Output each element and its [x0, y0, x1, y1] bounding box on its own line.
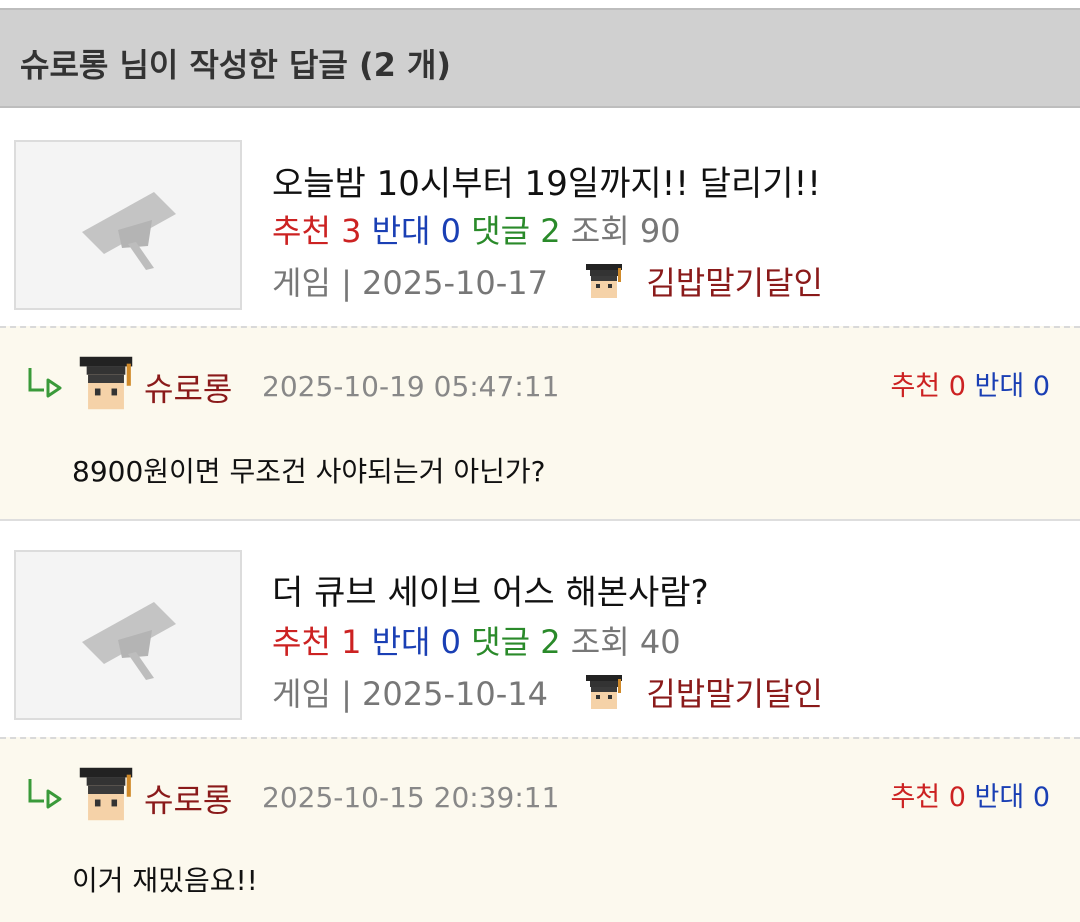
- view-count: 90: [639, 212, 681, 250]
- comment-count: 2: [540, 212, 561, 250]
- reply-text: 8900원이면 무조건 사야되는거 아닌가?: [72, 455, 546, 488]
- student-avatar-icon: [586, 675, 623, 709]
- recommend-count: 3: [341, 212, 362, 250]
- oppose-count: 0: [440, 623, 462, 661]
- recommend-count: 1: [341, 623, 362, 661]
- graduation-cap-icon: [82, 602, 176, 680]
- student-avatar-icon: [79, 356, 133, 410]
- comment-label: 댓글: [471, 212, 531, 250]
- view-label: 조회: [570, 623, 630, 661]
- post-thumbnail[interactable]: [14, 550, 242, 720]
- reply-author[interactable]: 슈로롱: [144, 364, 232, 410]
- comment-label: 댓글: [471, 623, 531, 661]
- post-item[interactable]: 더 큐브 세이브 어스 해본사람? 추천 1 반대 0 댓글 2 조회 40 게…: [0, 521, 1080, 737]
- post-thumbnail[interactable]: [14, 140, 242, 310]
- post-title[interactable]: 오늘밤 10시부터 19일까지!! 달리기!!: [272, 156, 821, 205]
- post-author[interactable]: 김밥말기달인: [646, 264, 823, 302]
- top-spacer: [0, 0, 1080, 8]
- post-category[interactable]: 게임: [272, 675, 331, 713]
- meta-separator: |: [341, 675, 352, 713]
- section-header: 슈로롱 님이 작성한 답글 (2 개): [0, 8, 1080, 108]
- post-stats: 추천 1 반대 0 댓글 2 조회 40: [272, 617, 681, 663]
- oppose-label: 반대: [371, 623, 431, 661]
- post-meta: 게임 | 2025-10-17 김밥말기달인: [272, 258, 823, 304]
- post-category[interactable]: 게임: [272, 264, 331, 302]
- reply-recommend-label[interactable]: 추천: [890, 371, 940, 402]
- post-date: 2025-10-17: [362, 264, 548, 302]
- post-item[interactable]: 오늘밤 10시부터 19일까지!! 달리기!! 추천 3 반대 0 댓글 2 조…: [0, 110, 1080, 326]
- reply-datetime: 2025-10-19 05:47:11: [262, 370, 560, 403]
- student-avatar-icon: [79, 767, 133, 821]
- meta-separator: |: [341, 264, 352, 302]
- reply-datetime: 2025-10-15 20:39:11: [262, 781, 560, 814]
- reply-oppose-label[interactable]: 반대: [975, 371, 1025, 402]
- view-count: 40: [639, 623, 681, 661]
- reply-votes: 추천 0 반대 0: [890, 364, 1050, 403]
- reply-recommend-label[interactable]: 추천: [890, 782, 940, 813]
- view-label: 조회: [570, 212, 630, 250]
- reply-text: 이거 재밌음요!!: [72, 864, 258, 897]
- recommend-label: 추천: [272, 623, 331, 661]
- post-date: 2025-10-14: [362, 675, 548, 713]
- reply-votes: 추천 0 반대 0: [890, 775, 1050, 814]
- reply-item: 슈로롱 2025-10-19 05:47:11 추천 0 반대 0 8900원이…: [0, 326, 1080, 520]
- reply-item: 슈로롱 2025-10-15 20:39:11 추천 0 반대 0 이거 재밌음…: [0, 737, 1080, 922]
- reply-arrow-icon: [28, 779, 62, 809]
- recommend-label: 추천: [272, 212, 331, 250]
- reply-oppose-count: 0: [1032, 782, 1050, 813]
- post-author[interactable]: 김밥말기달인: [646, 675, 823, 713]
- post-stats: 추천 3 반대 0 댓글 2 조회 90: [272, 206, 681, 252]
- oppose-count: 0: [440, 212, 462, 250]
- reply-recommend-count: 0: [948, 782, 966, 813]
- reply-arrow-icon: [28, 368, 62, 398]
- reply-oppose-count: 0: [1032, 371, 1050, 402]
- post-title[interactable]: 더 큐브 세이브 어스 해본사람?: [272, 565, 709, 614]
- reply-recommend-count: 0: [948, 371, 966, 402]
- reply-oppose-label[interactable]: 반대: [975, 782, 1025, 813]
- reply-author[interactable]: 슈로롱: [144, 775, 232, 821]
- oppose-label: 반대: [371, 212, 431, 250]
- page-title: 슈로롱 님이 작성한 답글 (2 개): [20, 46, 452, 84]
- comment-count: 2: [540, 623, 561, 661]
- post-meta: 게임 | 2025-10-14 김밥말기달인: [272, 669, 823, 715]
- graduation-cap-icon: [82, 192, 176, 270]
- student-avatar-icon: [586, 264, 623, 298]
